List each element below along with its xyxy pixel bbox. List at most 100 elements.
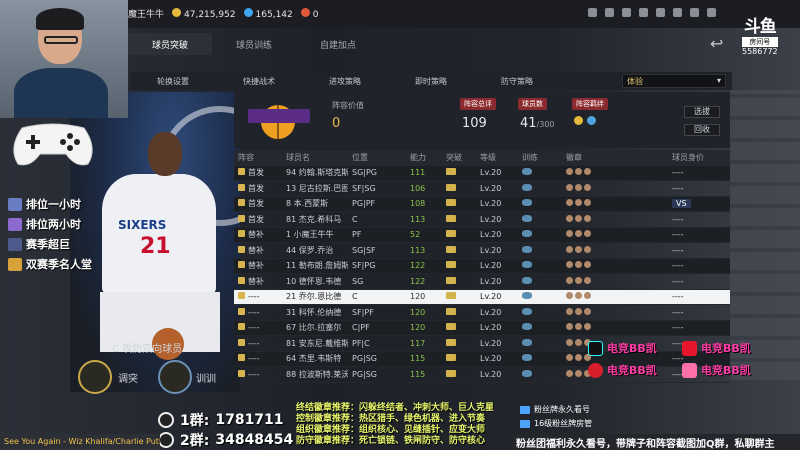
lineup-dropdown[interactable]: 体验 ▾ [622, 74, 726, 88]
subtab-quick-tactics[interactable]: 快捷战术 [216, 76, 302, 87]
train-label: 训训 [196, 374, 216, 385]
position-cell: C [352, 292, 358, 302]
badge-icon [575, 230, 582, 238]
badge-icon [566, 369, 573, 377]
header-ovr[interactable]: 能力 [406, 152, 442, 163]
fan-perk-2: 16级粉丝牌房管 [520, 418, 592, 429]
ovr-cell: 115 [410, 369, 426, 379]
table-row[interactable]: 首发 94 约翰.斯塔克斯 SG|PG 111 Lv.20 ---- [234, 165, 730, 181]
breakthrough-cell [442, 354, 476, 363]
power-icon[interactable] [707, 8, 716, 17]
training-cell [518, 338, 562, 348]
tab-breakthrough[interactable]: 球员突破 [128, 33, 213, 55]
back-arrow-icon[interactable]: ↩ [710, 34, 723, 53]
header-breakthrough[interactable]: 突破 [442, 152, 476, 163]
recycle-button[interactable]: 回收 [684, 124, 720, 136]
header-badges[interactable]: 徽章 [562, 152, 596, 163]
badge-icon [575, 307, 582, 315]
vs-button[interactable]: VS [672, 199, 691, 209]
breakthrough-button[interactable] [78, 360, 112, 394]
table-row[interactable]: ---- 21 乔尔.恩比德 C 120 Lv.20 ---- [234, 289, 730, 305]
badge-icon [566, 261, 573, 269]
badge-icon [575, 168, 582, 176]
lineup-cell: ---- [234, 369, 282, 379]
refresh-icon[interactable] [690, 8, 699, 17]
subtab-instant[interactable]: 即时策略 [388, 76, 474, 87]
table-row[interactable]: 首发 8 本.西蒙斯 PG|PF 108 Lv.20 VS [234, 196, 730, 212]
douyu-logo: 斗鱼 房间号 5586772 [742, 17, 778, 56]
price-cell: ---- [672, 323, 684, 333]
tab-custom-points[interactable]: 自建加点 [296, 33, 380, 55]
position-cell: PF|C [352, 338, 370, 348]
training-cell [518, 230, 562, 239]
table-row[interactable]: ---- 67 比尔.拉塞尔 C|PF 120 Lv.20 ---- [234, 320, 730, 336]
badge-icon [566, 214, 573, 222]
lineup-cell: 替补 [234, 229, 282, 240]
strength-label: 阵容羁绊 [572, 98, 608, 110]
tab-training[interactable]: 球员训练 [212, 33, 296, 55]
name-cell: 81 杰克.希科马 [286, 214, 342, 224]
badge-icon [584, 307, 591, 315]
subtab-rotation[interactable]: 轮换设置 [130, 76, 216, 87]
badge-icon [566, 245, 573, 253]
role-icon [238, 354, 245, 362]
name-cell: 8 本.西蒙斯 [286, 199, 329, 209]
table-row[interactable]: 首发 81 杰克.希科马 C 113 Lv.20 ---- [234, 212, 730, 228]
ovr-cell: 117 [410, 338, 426, 348]
video-icon[interactable] [656, 8, 665, 17]
header-lineup[interactable]: 阵容 [234, 152, 282, 163]
settings-icon[interactable] [639, 8, 648, 17]
total-value: 109 [462, 116, 487, 131]
header-position[interactable]: 位置 [348, 152, 406, 163]
training-icon [522, 276, 532, 284]
training-icon [522, 292, 532, 300]
header-level[interactable]: 等级 [476, 152, 518, 163]
badge-icon [575, 292, 582, 300]
team-summary: 阵容价值 0 阵容总评 109 球员数 41/300 阵容羁绊 [234, 92, 730, 148]
header-price[interactable]: 球员身价 [668, 152, 730, 163]
table-row[interactable]: 替补 44 保罗.乔治 SG|SF 113 Lv.20 ---- [234, 243, 730, 259]
qq-icon [158, 412, 174, 428]
douyin-handle: 电竞BB凯 [588, 340, 657, 356]
level-cell: Lv.20 [480, 323, 502, 333]
star-icon [8, 237, 22, 251]
user-icon[interactable] [605, 8, 614, 17]
select-button[interactable]: 选拔 [684, 106, 720, 118]
position-cell: C [352, 214, 358, 224]
crown-icon [446, 307, 456, 315]
mail-icon[interactable] [622, 8, 631, 17]
bell-icon[interactable] [588, 8, 597, 17]
table-row[interactable]: 替补 1 小魔王牛牛 PF 52 Lv.20 ---- [234, 227, 730, 243]
level-cell: Lv.20 [480, 168, 502, 178]
qq-group-1: 1群: 1781711 [158, 410, 284, 430]
badge-icon [584, 214, 591, 222]
ticket-icon [300, 7, 310, 17]
weibo-handle: 电竞BB凯 [682, 340, 751, 356]
table-row[interactable]: ---- 31 科怀.伦纳德 SF|PF 120 Lv.20 ---- [234, 305, 730, 321]
header-name[interactable]: 球员名 [282, 152, 348, 163]
badges-cell [562, 307, 596, 317]
name-cell: 64 杰里.韦斯特 [286, 354, 342, 364]
city-backdrop [730, 90, 800, 380]
glasses [44, 36, 78, 44]
ovr-cell: 120 [410, 292, 426, 302]
badge-icon [566, 183, 573, 191]
table-row[interactable]: 替补 11 勒布朗.詹姆斯 SF|PG 122 Lv.20 ---- [234, 258, 730, 274]
name-cell: 31 科怀.伦纳德 [286, 307, 342, 317]
header-training[interactable]: 训练 [518, 152, 562, 163]
table-row[interactable]: 替补 10 德怀恩.韦德 SG 122 Lv.20 ---- [234, 274, 730, 290]
role-icon [238, 323, 245, 331]
crown-icon [446, 261, 456, 269]
train-button[interactable] [158, 360, 192, 394]
badge-icon [584, 199, 591, 207]
table-row[interactable]: 首发 13 尼古拉斯.巴图姆 SF|SG 106 Lv.20 ---- [234, 181, 730, 197]
subtab-offense[interactable]: 进攻策略 [302, 76, 388, 87]
ovr-cell: 120 [410, 307, 426, 317]
table-header: 阵容 球员名 位置 能力 突破 等级 训练 徽章 球员身价 [234, 150, 730, 166]
hall-of-fame-icon [8, 257, 22, 271]
subtab-defense[interactable]: 防守策略 [474, 76, 560, 87]
badges-cell [562, 168, 596, 177]
phone-icon[interactable] [673, 8, 682, 17]
rank-icon [8, 217, 22, 231]
training-cell [518, 323, 562, 332]
